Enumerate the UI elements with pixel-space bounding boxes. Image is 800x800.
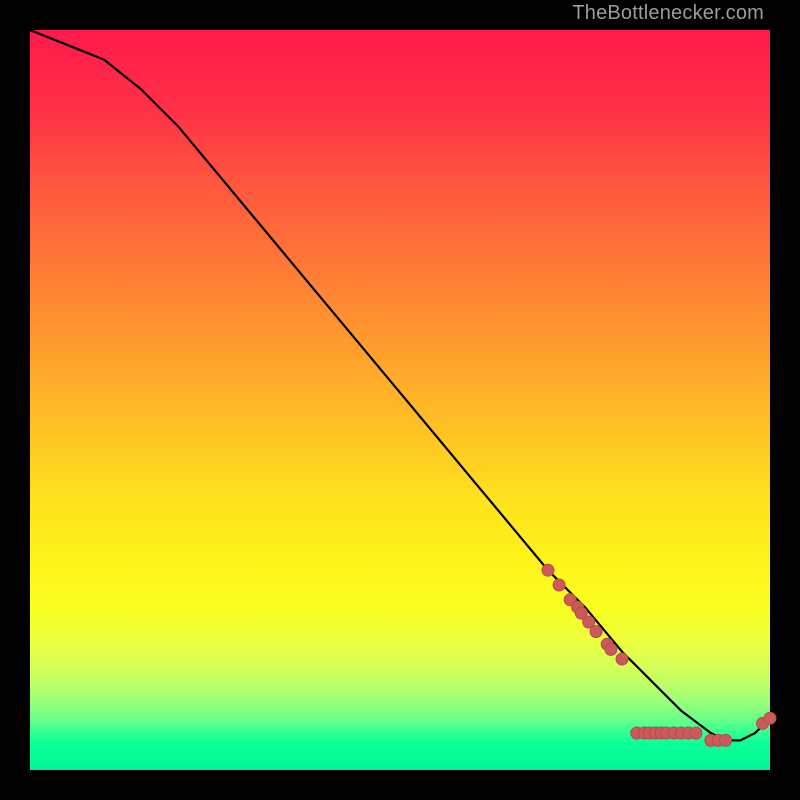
marker-point [764,712,776,724]
bottleneck-curve [30,30,770,740]
marker-point [616,653,628,665]
marker-point [590,626,602,638]
marker-point [720,734,732,746]
marker-group [542,564,776,746]
marker-point [542,564,554,576]
marker-point [690,727,702,739]
marker-point [605,643,617,655]
attribution-text: TheBottlenecker.com [572,2,764,25]
chart-frame: TheBottlenecker.com [0,0,800,800]
marker-point [553,579,565,591]
plot-area [30,30,770,770]
curve-layer [30,30,770,770]
